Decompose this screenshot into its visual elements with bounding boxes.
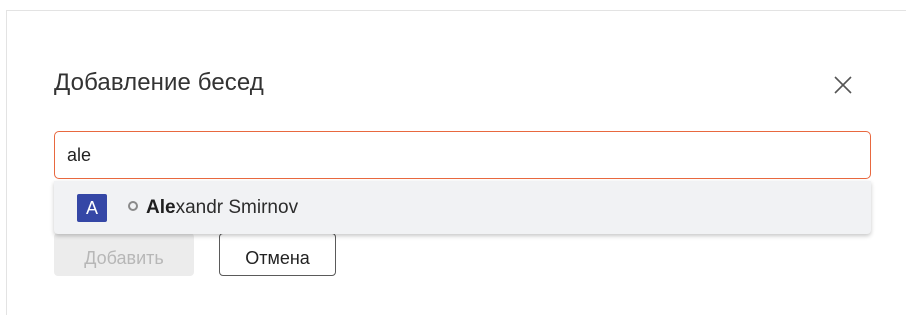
avatar: A: [77, 194, 107, 222]
cancel-button[interactable]: Отмена: [219, 233, 336, 276]
close-icon[interactable]: [830, 72, 856, 98]
name-match-highlight: Ale: [146, 197, 176, 218]
suggestions-dropdown: A Alexandr Smirnov: [54, 181, 871, 234]
search-input[interactable]: [54, 131, 871, 179]
suggestion-item[interactable]: A Alexandr Smirnov: [54, 181, 871, 234]
suggestion-name: Alexandr Smirnov: [146, 197, 298, 219]
add-button[interactable]: Добавить: [54, 233, 194, 276]
name-rest: xandr Smirnov: [175, 197, 299, 218]
page: Добавление бесед A Alexandr Smirnov Доба…: [0, 0, 906, 315]
add-conversations-dialog: Добавление бесед A Alexandr Smirnov Доба…: [6, 10, 906, 315]
presence-offline-icon: [128, 201, 138, 211]
dialog-title: Добавление бесед: [54, 69, 264, 96]
